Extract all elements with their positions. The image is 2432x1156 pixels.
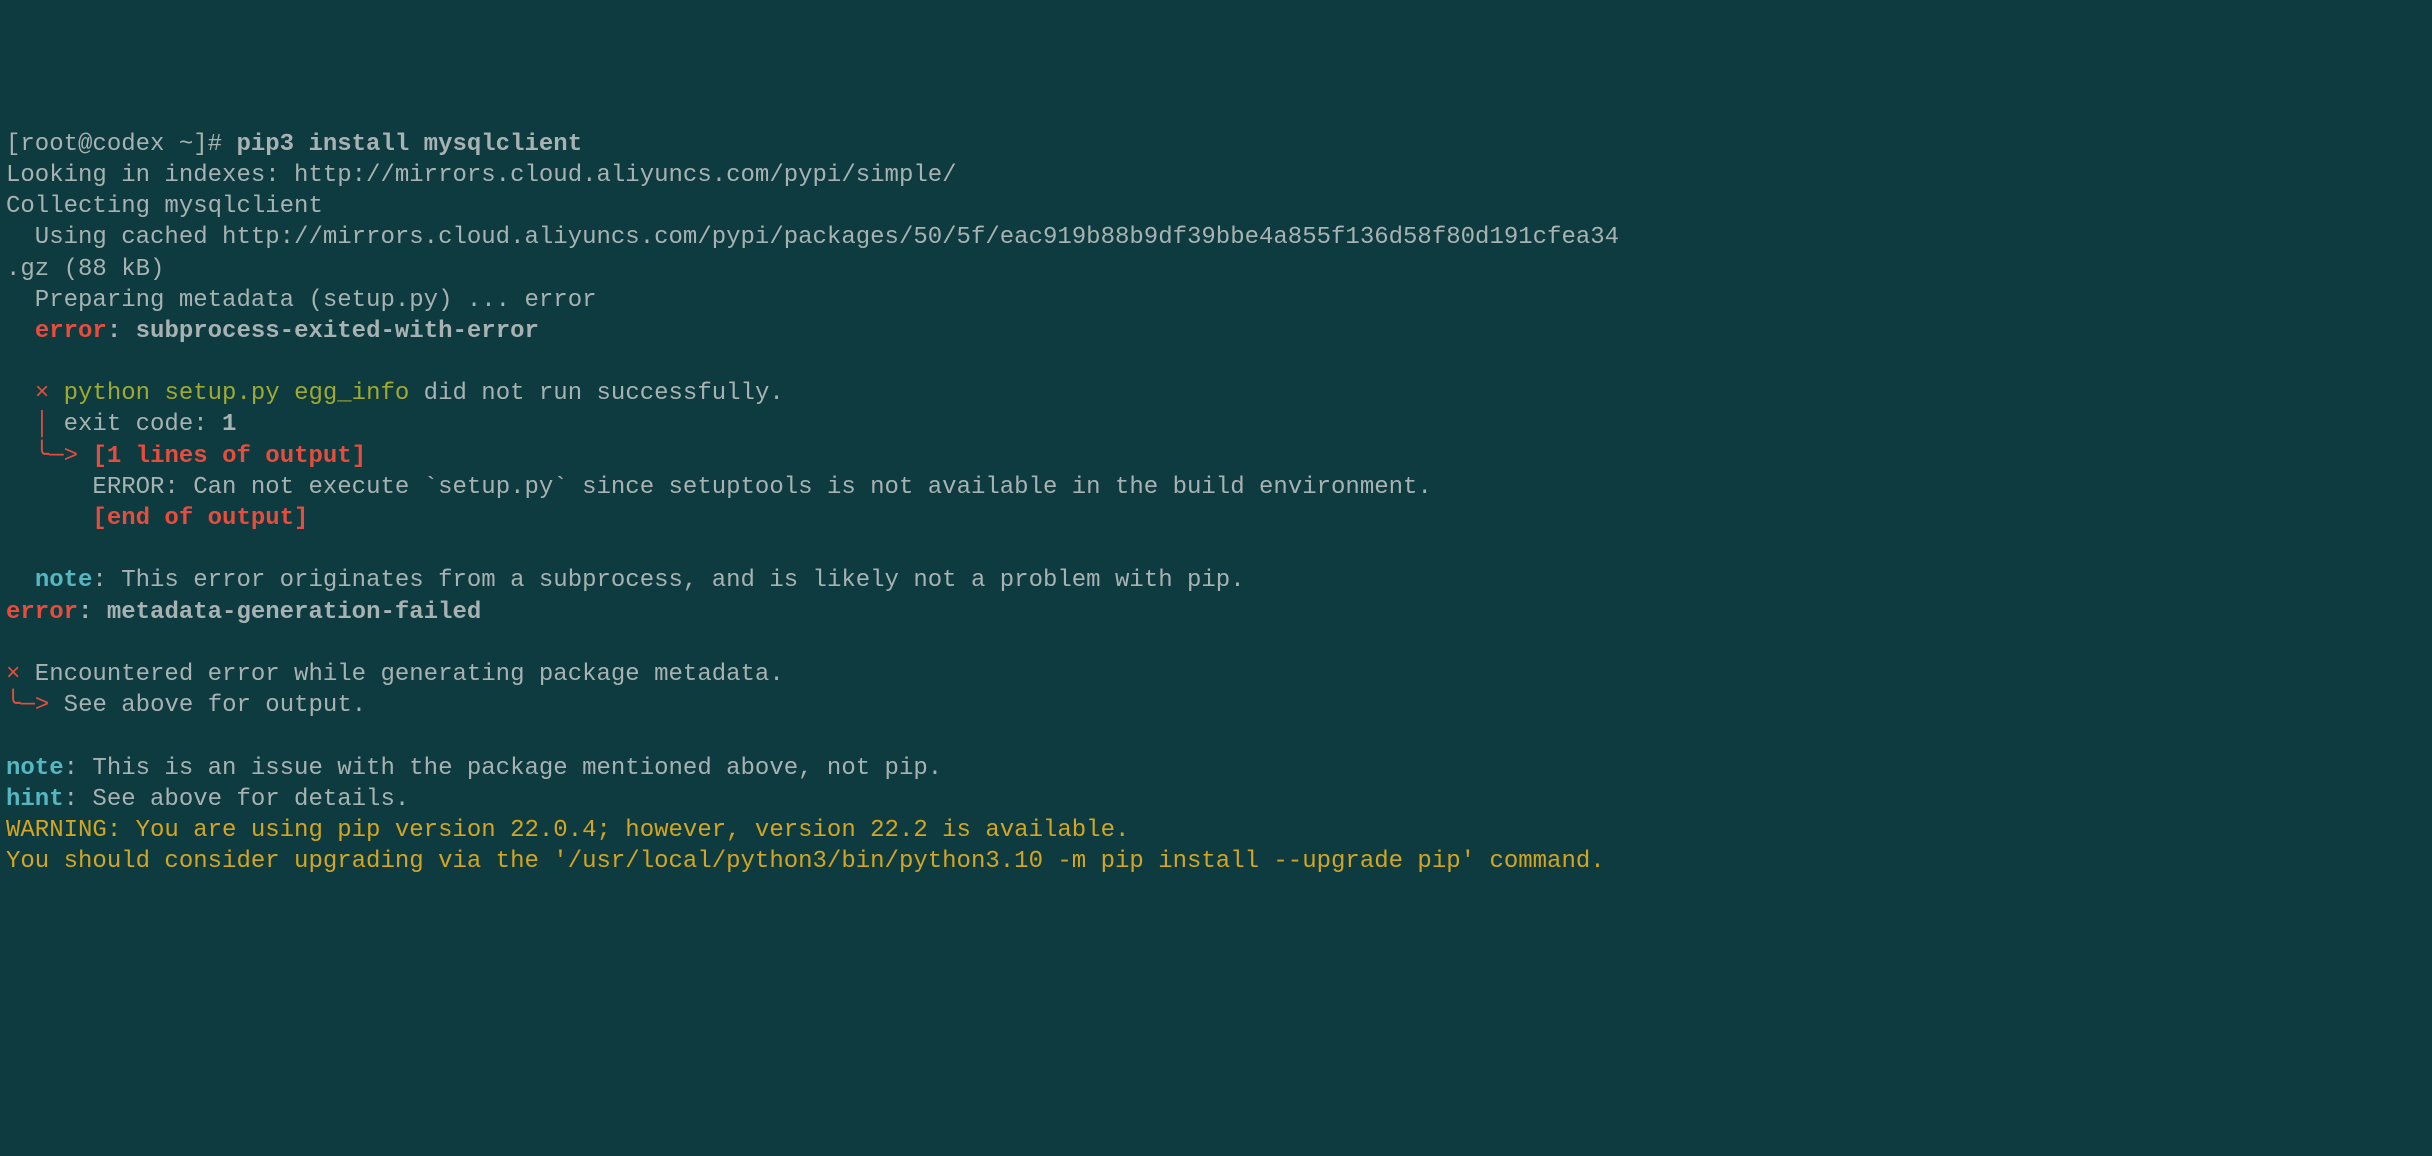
output-line: Using cached http://mirrors.cloud.aliyun… — [6, 222, 2426, 253]
output-line: × Encountered error while generating pac… — [6, 659, 2426, 690]
output-line: .gz (88 kB) — [6, 254, 2426, 285]
error-line: error: subprocess-exited-with-error — [6, 316, 2426, 347]
error-message: subprocess-exited-with-error — [136, 318, 539, 345]
output-line: ╰─> [1 lines of output] — [6, 441, 2426, 472]
output-line: Collecting mysqlclient — [6, 191, 2426, 222]
cross-icon: × — [35, 380, 49, 407]
cross-icon: × — [6, 661, 20, 688]
blank-line — [6, 534, 2426, 565]
exit-code: 1 — [222, 411, 236, 438]
setup-command: python setup.py egg_info — [64, 380, 410, 407]
blank-line — [6, 628, 2426, 659]
output-line: Preparing metadata (setup.py) ... error — [6, 285, 2426, 316]
output-line: Looking in indexes: http://mirrors.cloud… — [6, 160, 2426, 191]
command-text: pip3 install mysqlclient — [236, 131, 582, 158]
error-label: error — [6, 599, 78, 626]
note-label: note — [6, 755, 64, 782]
error-label: error — [35, 318, 107, 345]
error-line: error: metadata-generation-failed — [6, 597, 2426, 628]
output-line: │ exit code: 1 — [6, 409, 2426, 440]
elbow-char: ╰─> — [6, 692, 49, 719]
output-line: × python setup.py egg_info did not run s… — [6, 378, 2426, 409]
note-line: note: This is an issue with the package … — [6, 753, 2426, 784]
note-line: note: This error originates from a subpr… — [6, 565, 2426, 596]
note-label: note — [35, 567, 93, 594]
prompt-user-host: [root@codex ~]# — [6, 131, 236, 158]
output-line: ERROR: Can not execute `setup.py` since … — [6, 472, 2426, 503]
warning-line: You should consider upgrading via the '/… — [6, 846, 2426, 877]
hint-label: hint — [6, 786, 64, 813]
output-line: [end of output] — [6, 503, 2426, 534]
elbow-char: ╰─> — [6, 443, 78, 470]
terminal-output: [root@codex ~]# pip3 install mysqlclient… — [6, 129, 2426, 878]
warning-line: WARNING: You are using pip version 22.0.… — [6, 815, 2426, 846]
pipe-char: │ — [6, 411, 64, 438]
error-message: metadata-generation-failed — [107, 599, 481, 626]
blank-line — [6, 347, 2426, 378]
blank-line — [6, 721, 2426, 752]
output-line: ╰─> See above for output. — [6, 690, 2426, 721]
setuptools-error: ERROR: Can not execute `setup.py` since … — [92, 474, 1431, 501]
hint-line: hint: See above for details. — [6, 784, 2426, 815]
prompt-line: [root@codex ~]# pip3 install mysqlclient — [6, 129, 2426, 160]
